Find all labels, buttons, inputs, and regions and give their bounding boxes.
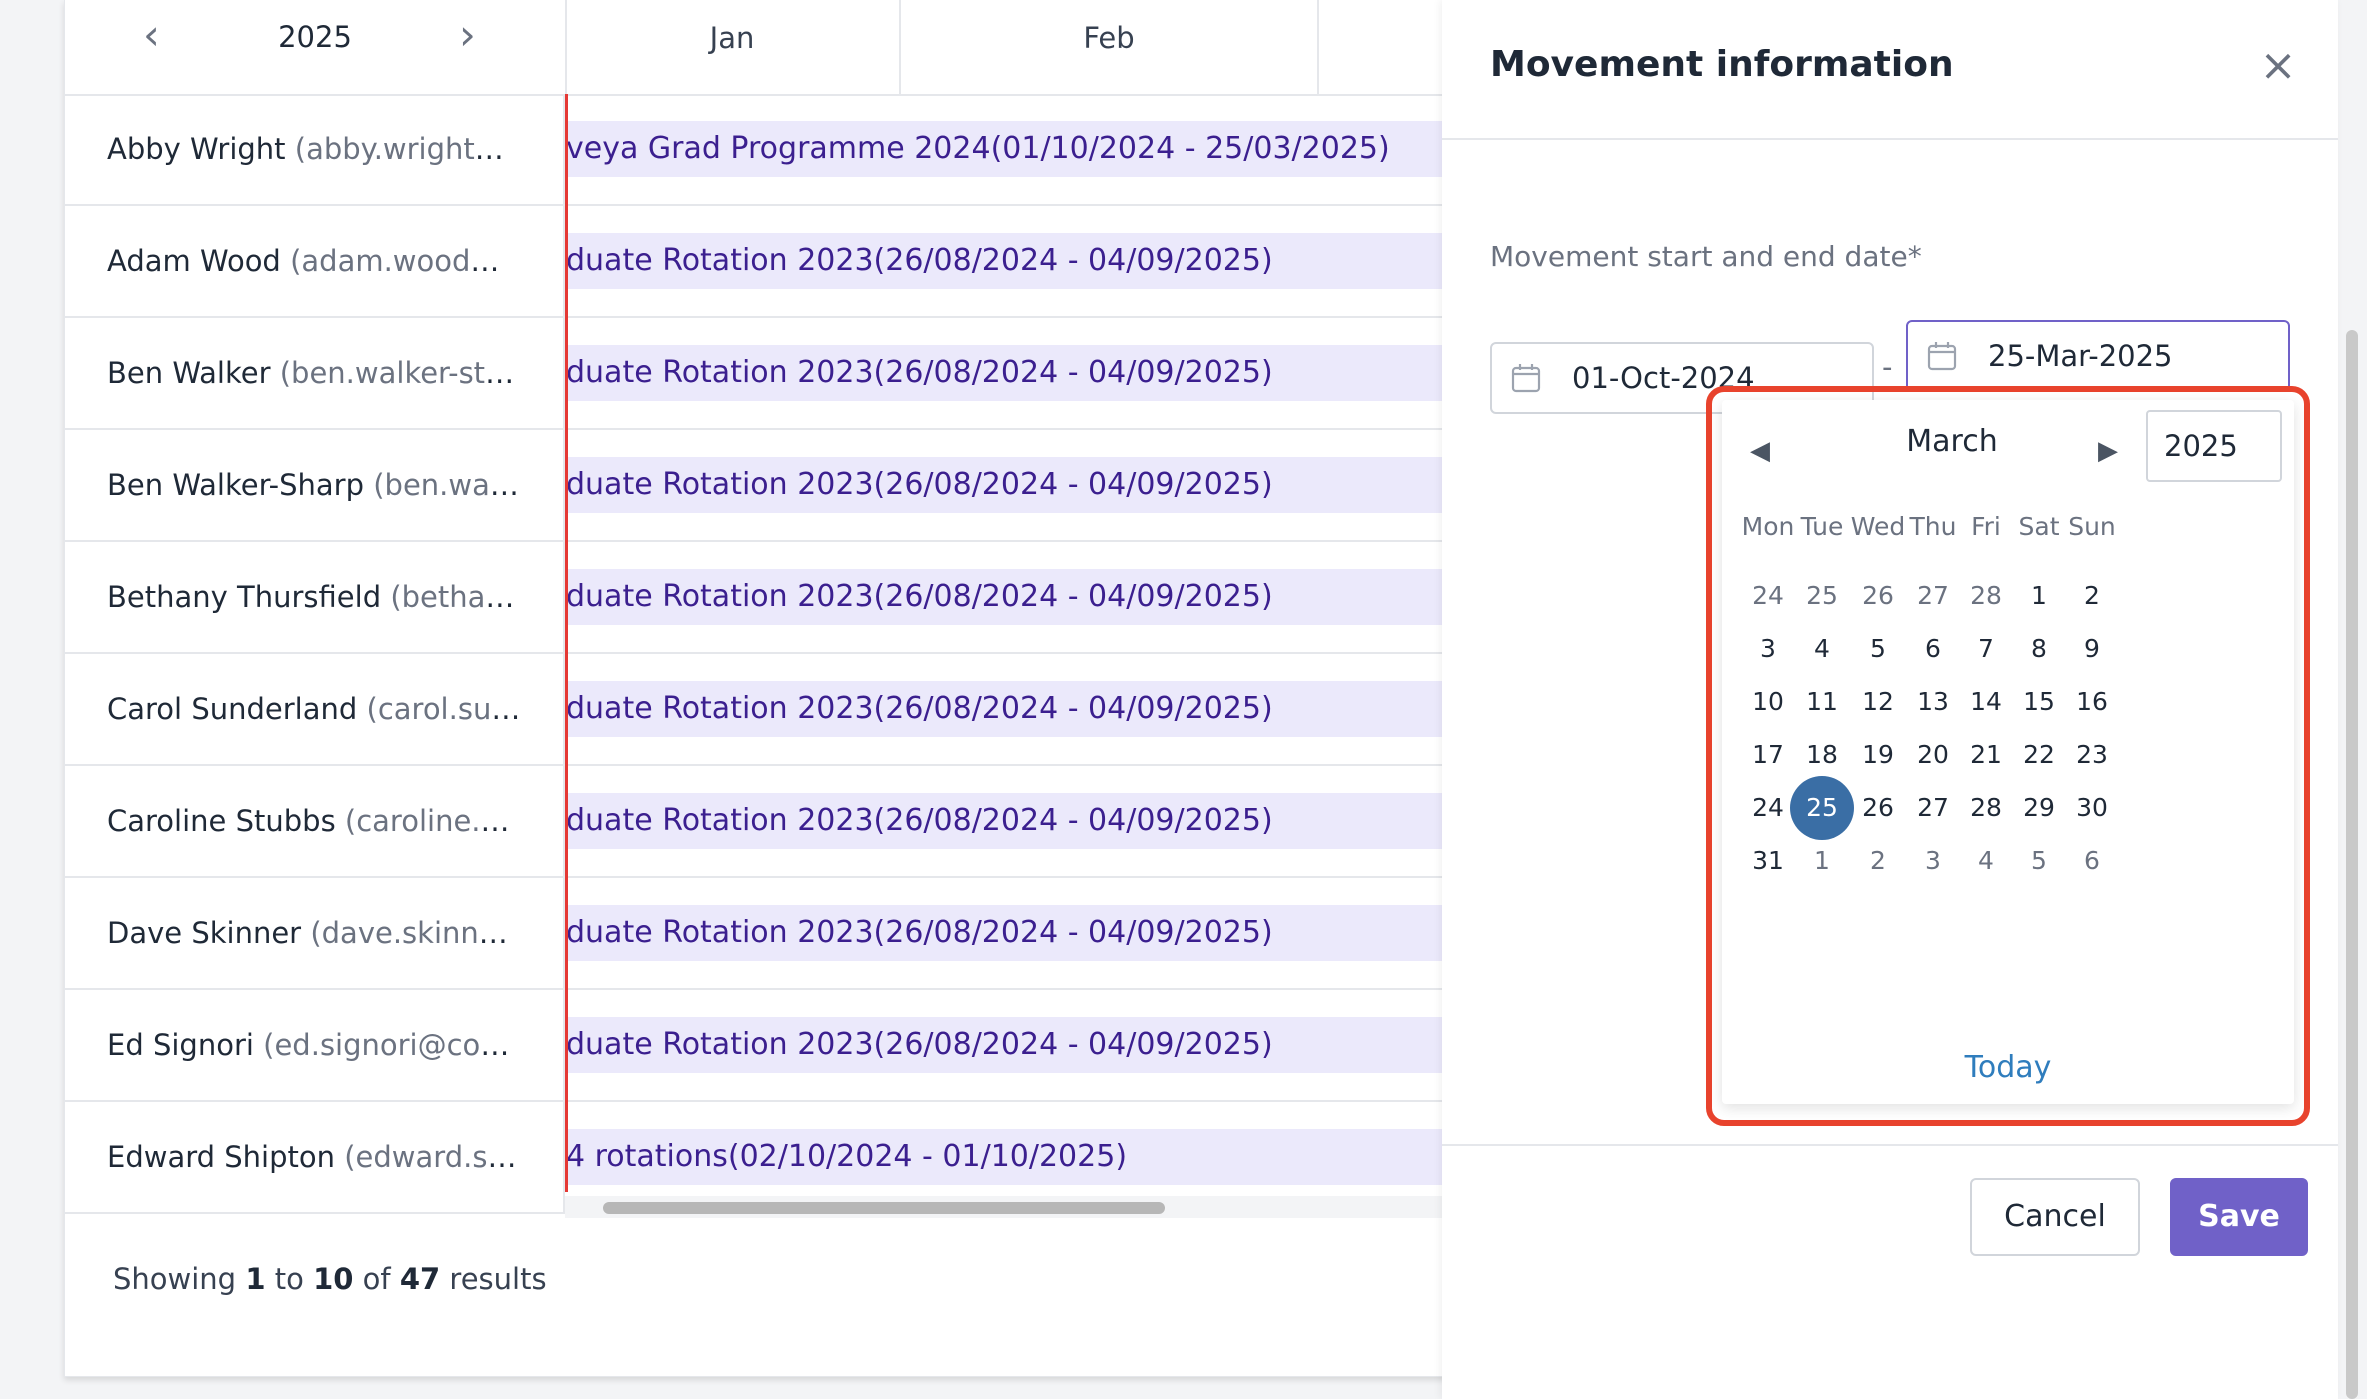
- calendar-month-label[interactable]: March: [1822, 424, 2082, 459]
- person-cell[interactable]: Dave Skinner (dave.skinner...: [65, 878, 565, 988]
- timeline-card: ‹ 2025 › Jan Feb Abby Wright (abby.wrigh…: [64, 0, 1466, 1377]
- table-row: Dave Skinner (dave.skinner... duate Rotat…: [65, 878, 1465, 990]
- results-total: 47: [399, 1262, 441, 1296]
- chevron-right-icon[interactable]: ›: [459, 14, 476, 56]
- person-email: (carol.sun...: [366, 692, 538, 726]
- person-name: Dave Skinner: [107, 916, 302, 950]
- save-button[interactable]: Save: [2170, 1178, 2308, 1256]
- weekday-header: Sun: [2068, 512, 2116, 541]
- rotation-bar[interactable]: duate Rotation 2023(26/08/2024 - 04/09/2…: [566, 233, 1465, 289]
- vertical-scrollbar[interactable]: [2346, 330, 2358, 1399]
- table-row: Adam Wood (adam.wood@... duate Rotation 2…: [65, 206, 1465, 318]
- rotation-bar[interactable]: duate Rotation 2023(26/08/2024 - 04/09/2…: [566, 681, 1465, 737]
- chevron-left-icon[interactable]: ‹: [143, 14, 160, 56]
- table-row: Caroline Stubbs (caroline.st... duate Rot…: [65, 766, 1465, 878]
- close-icon[interactable]: ×: [2254, 44, 2302, 92]
- pagination-summary: Showing 1 to 10 of 47 results: [113, 1262, 547, 1296]
- calendar-day[interactable]: 1: [1790, 829, 1854, 893]
- horizontal-scrollbar[interactable]: [565, 1196, 1465, 1218]
- end-date-input[interactable]: 25-Mar-2025: [1906, 320, 2290, 392]
- person-cell[interactable]: Caroline Stubbs (caroline.st...: [65, 766, 565, 876]
- person-cell[interactable]: Ed Signori (ed.signori@conv...: [65, 990, 565, 1100]
- person-name: Carol Sunderland: [107, 692, 358, 726]
- cancel-button[interactable]: Cancel: [1970, 1178, 2140, 1256]
- person-cell[interactable]: Bethany Thursfield (bethany...: [65, 542, 565, 652]
- results-of-word: of: [362, 1262, 391, 1296]
- person-name: Abby Wright: [107, 132, 286, 166]
- person-name: Ben Walker-Sharp: [107, 468, 365, 502]
- next-month-icon[interactable]: ▶: [2098, 436, 2118, 466]
- rotation-bar[interactable]: veya Grad Programme 2024(01/10/2024 - 25…: [566, 121, 1465, 177]
- calendar-year-input[interactable]: 2025: [2146, 410, 2282, 482]
- timeline-rows: Abby Wright (abby.wright@... veya Grad Pr…: [65, 94, 1465, 1214]
- table-row: Bethany Thursfield (bethany... duate Rota…: [65, 542, 1465, 654]
- panel-title: Movement information: [1490, 44, 1954, 85]
- person-email: (dave.skinner...: [310, 916, 534, 950]
- results-to-word: to: [274, 1262, 304, 1296]
- prev-month-icon[interactable]: ◀: [1750, 436, 1770, 466]
- footer-divider: [1442, 1144, 2338, 1146]
- person-email: (bethany...: [390, 580, 545, 614]
- person-name: Bethany Thursfield: [107, 580, 382, 614]
- calendar-icon: [1927, 342, 1957, 371]
- header-divider: [1442, 138, 2338, 140]
- end-date-value: 25-Mar-2025: [1988, 339, 2173, 373]
- month-header-jan: Jan: [565, 0, 901, 94]
- person-email: (ed.signori@conv...: [263, 1028, 542, 1062]
- person-email: (edward.shi...: [344, 1140, 542, 1174]
- horizontal-scrollbar-thumb[interactable]: [603, 1202, 1165, 1214]
- person-name: Ed Signori: [107, 1028, 254, 1062]
- rotation-bar[interactable]: duate Rotation 2023(26/08/2024 - 04/09/2…: [566, 793, 1465, 849]
- person-name: Caroline Stubbs: [107, 804, 336, 838]
- results-to: 10: [313, 1262, 354, 1296]
- results-prefix: Showing: [113, 1262, 237, 1296]
- rotation-bar[interactable]: duate Rotation 2023(26/08/2024 - 04/09/2…: [566, 905, 1465, 961]
- calendar-day[interactable]: 6: [2060, 829, 2124, 893]
- table-row: Ben Walker (ben.walker-sta... duate Rotat…: [65, 318, 1465, 430]
- person-email: (abby.wright@...: [294, 132, 532, 166]
- rotation-bar[interactable]: duate Rotation 2023(26/08/2024 - 04/09/2…: [566, 457, 1465, 513]
- person-name: Adam Wood: [107, 244, 281, 278]
- timeline-header: ‹ 2025 › Jan Feb: [65, 0, 1465, 96]
- person-email: (caroline.st...: [344, 804, 535, 838]
- today-link[interactable]: Today: [1722, 1050, 2294, 1085]
- year-navigator: ‹ 2025 ›: [65, 0, 567, 94]
- person-cell[interactable]: Carol Sunderland (carol.sun...: [65, 654, 565, 764]
- table-row: Ed Signori (ed.signori@conv... duate Rota…: [65, 990, 1465, 1102]
- rotation-bar[interactable]: 4 rotations(02/10/2024 - 01/10/2025): [566, 1129, 1465, 1185]
- person-cell[interactable]: Edward Shipton (edward.shi...: [65, 1102, 565, 1212]
- person-name: Edward Shipton: [107, 1140, 336, 1174]
- person-cell[interactable]: Abby Wright (abby.wright@...: [65, 94, 565, 204]
- date-range-label: Movement start and end date*: [1490, 240, 1922, 273]
- person-cell[interactable]: Ben Walker (ben.walker-sta...: [65, 318, 565, 428]
- rotation-bar[interactable]: duate Rotation 2023(26/08/2024 - 04/09/2…: [566, 1017, 1465, 1073]
- today-marker-line: [565, 94, 568, 1192]
- person-cell[interactable]: Ben Walker-Sharp (ben.walk...: [65, 430, 565, 540]
- person-cell[interactable]: Adam Wood (adam.wood@...: [65, 206, 565, 316]
- person-email: (ben.walker-sta...: [279, 356, 531, 390]
- date-picker-popup: ◀ March ▶ 2025 Mon Tue Wed Thu Fri Sat Sun 24 2…: [1722, 400, 2294, 1104]
- results-suffix: results: [449, 1262, 547, 1296]
- rotation-bar[interactable]: duate Rotation 2023(26/08/2024 - 04/09/2…: [566, 569, 1465, 625]
- rotation-bar[interactable]: duate Rotation 2023(26/08/2024 - 04/09/2…: [566, 345, 1465, 401]
- date-separator: -: [1882, 350, 1893, 384]
- person-email: (adam.wood@...: [290, 244, 528, 278]
- person-email: (ben.walk...: [373, 468, 543, 502]
- calendar-icon: [1511, 364, 1541, 393]
- month-header-feb: Feb: [901, 0, 1319, 94]
- table-row: Abby Wright (abby.wright@... veya Grad Pr…: [65, 94, 1465, 206]
- table-row: Carol Sunderland (carol.sun... duate Rota…: [65, 654, 1465, 766]
- table-row: Ben Walker-Sharp (ben.walk... duate Rotat…: [65, 430, 1465, 542]
- year-label: 2025: [278, 20, 352, 54]
- results-from: 1: [245, 1262, 266, 1296]
- person-name: Ben Walker: [107, 356, 271, 390]
